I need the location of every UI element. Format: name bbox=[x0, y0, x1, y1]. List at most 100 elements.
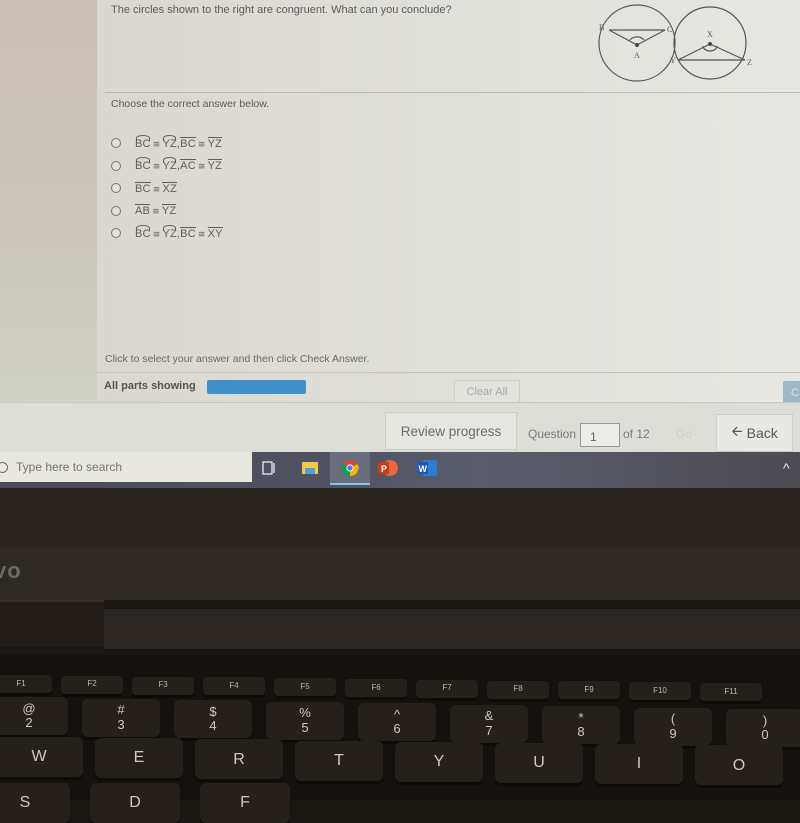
divider bbox=[105, 92, 800, 93]
task-view-icon[interactable] bbox=[259, 458, 279, 478]
arc-notation: BC bbox=[135, 157, 151, 173]
fkey-label: F7 bbox=[442, 683, 452, 693]
key-t[interactable]: T bbox=[295, 740, 383, 781]
go-button[interactable]: Go bbox=[676, 427, 692, 441]
label-z: Z bbox=[747, 58, 752, 67]
label-x: X bbox=[707, 30, 713, 39]
chrome-icon[interactable] bbox=[340, 458, 360, 478]
congruent-symbol: ≅ bbox=[197, 161, 206, 172]
key-f3[interactable]: F3 bbox=[132, 676, 194, 695]
key-d[interactable]: D bbox=[90, 783, 180, 823]
key-e[interactable]: E bbox=[95, 738, 183, 779]
radio-button[interactable] bbox=[111, 160, 121, 171]
fkey-label: F10 bbox=[653, 685, 667, 695]
key-letter: U bbox=[533, 754, 545, 772]
answer-option-5[interactable]: BC ≅ YZ, BC ≅ XY bbox=[111, 222, 223, 245]
key-4[interactable]: $4 bbox=[174, 700, 252, 738]
key-5[interactable]: % 5 bbox=[266, 701, 344, 740]
answer-option-2[interactable]: BC ≅ YZ, AC ≅ YZ bbox=[111, 155, 223, 178]
key-u[interactable]: U bbox=[495, 743, 583, 783]
segment-notation: XY bbox=[207, 226, 223, 240]
key-f4[interactable]: F4 bbox=[203, 677, 265, 696]
answer-option-text: BC ≅ YZ, BC ≅ XY bbox=[135, 224, 223, 240]
word-icon[interactable]: W bbox=[417, 458, 437, 478]
key-i[interactable]: I bbox=[595, 744, 683, 785]
key-s[interactable]: S bbox=[0, 783, 70, 823]
review-progress-button[interactable]: Review progress bbox=[385, 412, 517, 450]
radio-button[interactable] bbox=[111, 228, 121, 239]
radio-button[interactable] bbox=[111, 205, 121, 216]
key-r[interactable]: R bbox=[195, 739, 283, 780]
arc-notation: BC bbox=[135, 224, 151, 240]
search-icon bbox=[0, 461, 8, 473]
key-3[interactable]: #3 bbox=[82, 698, 160, 737]
key-shift-char: % bbox=[299, 705, 311, 721]
key-letter: S bbox=[19, 794, 31, 812]
key-f10[interactable]: F10 bbox=[629, 682, 691, 701]
answer-option-3[interactable]: BC ≅ XZ bbox=[111, 177, 223, 200]
answer-option-text: BC ≅ YZ, BC ≅ YZ bbox=[135, 134, 223, 150]
question-total-label: of 12 bbox=[623, 427, 650, 441]
key-w[interactable]: W bbox=[0, 737, 83, 777]
key-f6[interactable]: F6 bbox=[345, 679, 407, 697]
fkey-label: F2 bbox=[87, 679, 97, 689]
fkey-label: F4 bbox=[229, 680, 239, 690]
file-explorer-icon[interactable] bbox=[300, 458, 320, 478]
segment-notation: YZ bbox=[161, 204, 177, 218]
question-prompt: The circles shown to the right are congr… bbox=[111, 4, 452, 16]
key-7[interactable]: & 7 bbox=[450, 704, 528, 743]
arc-notation: BC bbox=[135, 134, 151, 150]
key-f7[interactable]: F7 bbox=[416, 679, 478, 698]
answer-option-1[interactable]: BC ≅ YZ, BC ≅ YZ bbox=[111, 132, 223, 155]
fkey-label: F9 bbox=[584, 684, 594, 694]
key-y[interactable]: Y bbox=[395, 741, 483, 782]
key-0[interactable]: ) 0 bbox=[726, 709, 800, 747]
answer-options: BC ≅ YZ, BC ≅ YZ BC ≅ YZ, AC ≅ YZ BC ≅ XZ AB ≅ YZ BC ≅ YZ,… bbox=[111, 132, 223, 245]
search-placeholder: Type here to search bbox=[16, 460, 123, 474]
key-main-char: 4 bbox=[209, 718, 217, 733]
fkey-label: F8 bbox=[513, 684, 523, 694]
taskbar-search[interactable]: Type here to search bbox=[0, 452, 252, 482]
screen: The circles shown to the right are congr… bbox=[0, 0, 800, 488]
fkey-label: F11 bbox=[724, 686, 738, 696]
key-main-char: 0 bbox=[761, 727, 769, 742]
key-f1[interactable]: F1 bbox=[0, 675, 52, 693]
key-f5[interactable]: F5 bbox=[274, 678, 336, 697]
key-shift-char: ( bbox=[670, 711, 676, 727]
answer-option-4[interactable]: AB ≅ YZ bbox=[111, 200, 223, 223]
key-2[interactable]: @2 bbox=[0, 697, 68, 735]
key-f11[interactable]: F11 bbox=[700, 683, 762, 701]
arc-notation: YZ bbox=[162, 224, 177, 240]
label-c: C bbox=[667, 25, 672, 34]
key-8[interactable]: * 8 bbox=[542, 706, 620, 744]
key-f[interactable]: F bbox=[200, 783, 290, 823]
answer-option-text: AB ≅ YZ bbox=[135, 204, 177, 218]
segment-notation: BC bbox=[180, 226, 196, 240]
key-o[interactable]: O bbox=[695, 745, 783, 786]
arrow-left-icon: 🡨 bbox=[731, 423, 743, 439]
radio-button[interactable] bbox=[111, 138, 121, 149]
clear-all-button[interactable]: Clear All bbox=[454, 380, 520, 404]
question-label: Question bbox=[528, 427, 577, 441]
key-6[interactable]: ^ 6 bbox=[358, 703, 436, 741]
hinge-slot bbox=[0, 600, 104, 647]
key-letter: I bbox=[636, 755, 642, 773]
answer-option-text: BC ≅ XZ bbox=[135, 181, 177, 195]
point-a bbox=[635, 43, 639, 47]
key-f9[interactable]: F9 bbox=[558, 681, 620, 700]
key-f2[interactable]: F2 bbox=[61, 675, 123, 694]
tray-chevron-up-icon[interactable]: ^ bbox=[783, 460, 790, 476]
fkey-label: F6 bbox=[371, 682, 381, 692]
congruent-symbol: ≅ bbox=[152, 138, 161, 149]
key-9[interactable]: (9 bbox=[634, 707, 712, 746]
key-letter: D bbox=[129, 794, 141, 812]
congruent-symbol: ≅ bbox=[197, 138, 206, 149]
key-letter: O bbox=[732, 756, 746, 774]
radio-button[interactable] bbox=[111, 183, 121, 194]
question-number-input[interactable] bbox=[580, 423, 620, 447]
powerpoint-icon[interactable]: P bbox=[378, 458, 398, 478]
key-f8[interactable]: F8 bbox=[487, 680, 549, 699]
back-button[interactable]: 🡨 Back bbox=[716, 414, 793, 452]
key-main-char: 5 bbox=[301, 719, 309, 735]
congruent-symbol: ≅ bbox=[152, 206, 160, 217]
